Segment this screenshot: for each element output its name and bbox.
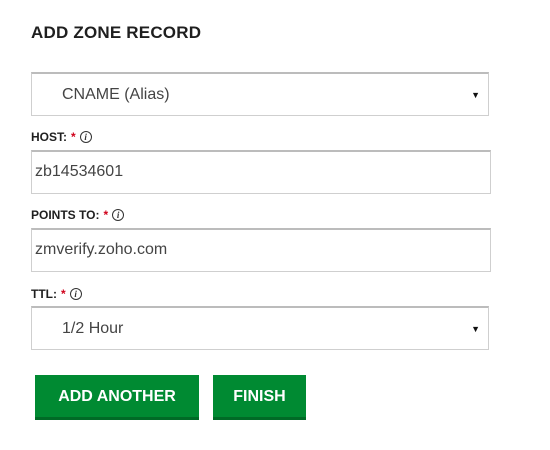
required-marker: * [103,208,109,222]
chevron-down-icon: ▼ [471,324,480,334]
info-icon[interactable]: i [112,209,125,221]
ttl-label-text: TTL: [31,287,57,301]
chevron-down-icon: ▼ [471,90,480,100]
finish-button[interactable]: FINISH [213,375,306,420]
add-another-button[interactable]: ADD ANOTHER [35,375,199,420]
info-icon[interactable]: i [69,288,82,300]
record-type-select[interactable]: CNAME (Alias) ▼ [31,72,489,116]
required-marker: * [61,287,66,301]
host-label-text: HOST: [31,130,67,144]
info-icon[interactable]: i [79,131,92,143]
points-to-input[interactable]: zmverify.zoho.com [31,228,491,272]
add-zone-record-form: ADD ZONE RECORD CNAME (Alias) ▼ HOST: * … [0,0,550,450]
host-input[interactable]: zb14534601 [31,150,491,194]
ttl-select[interactable]: 1/2 Hour ▼ [31,306,489,350]
required-marker: * [71,130,76,144]
host-input-value: zb14534601 [35,163,124,180]
form-title: ADD ZONE RECORD [31,23,202,42]
points-to-label-text: POINTS TO: [31,208,100,222]
points-to-input-value: zmverify.zoho.com [35,241,168,258]
ttl-label: TTL: * i [31,286,82,302]
ttl-value: 1/2 Hour [62,320,124,337]
host-label: HOST: * i [31,129,92,145]
points-to-label: POINTS TO: * i [31,207,125,223]
record-type-value: CNAME (Alias) [62,86,170,103]
